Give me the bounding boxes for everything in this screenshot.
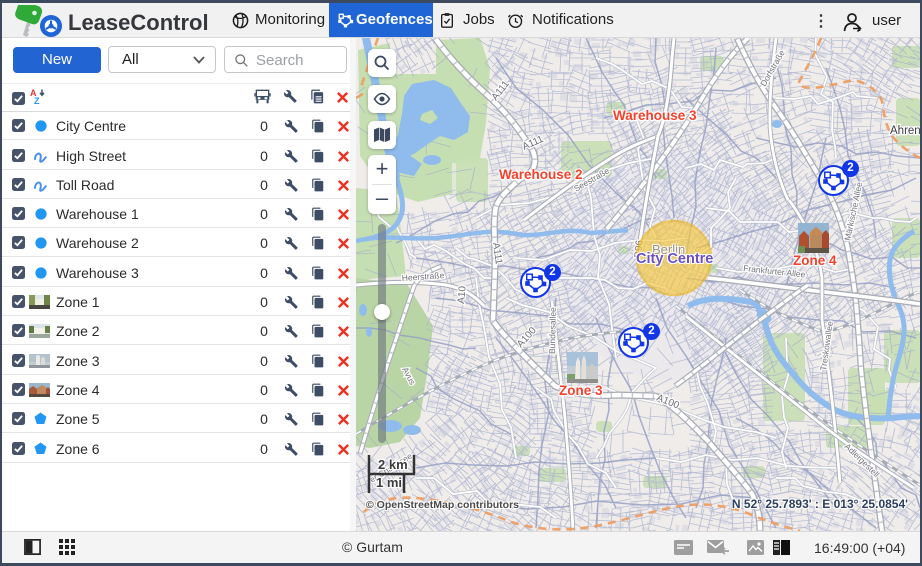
svg-text:Z: Z (34, 96, 40, 105)
